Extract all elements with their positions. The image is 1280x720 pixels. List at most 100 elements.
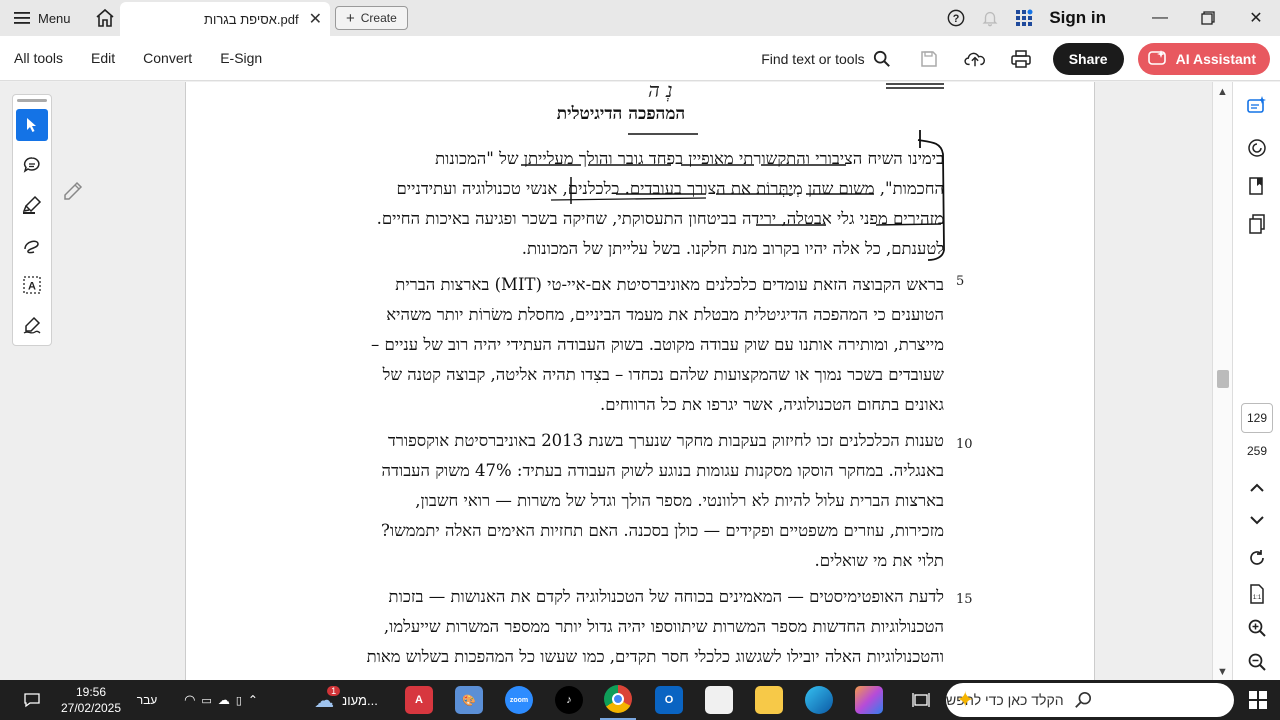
apps-button[interactable] — [1007, 0, 1041, 36]
freehand-draw-icon — [24, 240, 39, 254]
save-icon — [920, 50, 937, 67]
floating-pen-icon[interactable] — [62, 180, 84, 207]
restore-button[interactable] — [1184, 0, 1232, 36]
vertical-scrollbar[interactable]: ▲ ▼ — [1212, 82, 1232, 680]
system-tray-icons[interactable]: ◠ ▭ ☁ ▯ ⌃ — [166, 680, 276, 720]
save-button[interactable] — [909, 39, 949, 79]
notification-center-button[interactable] — [12, 680, 52, 720]
taskbar-outlook[interactable]: O — [652, 680, 686, 720]
toolbar-convert[interactable]: Convert — [129, 50, 206, 66]
cursor-arrow-icon — [27, 118, 36, 132]
scroll-down-icon[interactable]: ▼ — [1217, 666, 1228, 678]
next-page-button[interactable] — [1243, 506, 1271, 534]
sparkle-icon: ✦ — [956, 687, 975, 712]
taskbar-file-explorer[interactable] — [752, 680, 786, 720]
paragraph-line: מזכירות, עוזרים משפטיים ופקידים — כולן ב… — [381, 521, 944, 540]
panel-drag-handle[interactable] — [17, 99, 47, 102]
close-window-button[interactable]: ✕ — [1232, 0, 1280, 36]
paragraph-line: גאונים בתחום הטכנולוגיה, אשר יגרפו את כל… — [600, 395, 944, 414]
current-page-input[interactable]: 129 — [1241, 403, 1273, 433]
taskbar-edge[interactable] — [802, 680, 836, 720]
fill-sign-icon — [23, 316, 41, 334]
draw-tool[interactable] — [16, 229, 48, 261]
ai-panel-button[interactable] — [1243, 92, 1271, 120]
tray-chevron-up-icon: ⌃ — [247, 693, 258, 707]
paragraph-line: שעובדים בשכר נמוך או שהמקצועות שלהם נכחד… — [382, 365, 944, 384]
comments-panel-button[interactable] — [1243, 134, 1271, 162]
pdf-page[interactable]: נ‏ְ‏ ‏ה המהפכה הדיגיטלית בימינו השיח הצי… — [185, 82, 1095, 680]
taskbar-copilot[interactable] — [852, 680, 886, 720]
language-indicator[interactable]: עבר — [132, 680, 162, 720]
sign-in-link[interactable]: Sign in — [1049, 8, 1106, 28]
toolbar-esign[interactable]: E-Sign — [206, 50, 276, 66]
close-tab-icon[interactable]: ✕ — [309, 9, 322, 29]
svg-text:?: ? — [953, 13, 960, 25]
scrollbar-thumb[interactable] — [1217, 370, 1229, 388]
paint-palette-icon: 🎨 — [455, 686, 483, 714]
scroll-up-icon[interactable]: ▲ — [1217, 86, 1228, 98]
paragraph-line: בימינו השיח הציבורי והתקשורתי מאופיין בפ… — [435, 149, 944, 168]
minimize-button[interactable]: — — [1136, 0, 1184, 36]
taskbar-paint[interactable]: 🎨 — [452, 680, 486, 720]
pages-panel-button[interactable] — [1243, 210, 1271, 238]
print-button[interactable] — [1001, 39, 1041, 79]
zoom-out-icon — [1248, 653, 1266, 671]
share-button[interactable]: Share — [1052, 42, 1124, 75]
task-view-button[interactable] — [904, 680, 938, 720]
clock[interactable]: 19:56 27/02/2025 — [56, 680, 126, 720]
bookmarks-panel-button[interactable] — [1243, 172, 1271, 200]
home-button[interactable] — [85, 0, 125, 36]
fit-page-icon: 1:1 — [1250, 584, 1264, 604]
folder-icon — [755, 686, 783, 714]
highlight-tool[interactable] — [16, 189, 48, 221]
create-label: Create — [360, 11, 397, 25]
paragraph-line: הטוענים כי המהפכה הדיגיטלית מבטלת את מעמ… — [386, 305, 944, 324]
help-button[interactable]: ? — [939, 0, 973, 36]
task-view-icon — [912, 693, 930, 707]
ai-sparkle-icon — [1147, 49, 1166, 65]
paragraph-2: בראש הקבוצה הזאת עומדים כלכלנים מאוניברס… — [294, 270, 944, 420]
ai-assistant-button[interactable]: AI Assistant — [1137, 42, 1270, 75]
paragraph-line: באנגליה. במחקר הוסקו מסקנות עגומות בנוגע… — [381, 461, 944, 480]
taskbar-zoom[interactable]: zoom — [502, 680, 536, 720]
text-tool[interactable]: A — [16, 269, 48, 301]
document-tab[interactable]: אסיפת בגרות.pdf ✕ — [120, 2, 330, 36]
copy-pages-icon — [1249, 214, 1265, 234]
notifications-button[interactable] — [973, 0, 1007, 36]
rotate-button[interactable] — [1243, 544, 1271, 572]
toolbar-all-tools[interactable]: All tools — [0, 50, 77, 66]
home-icon — [96, 8, 114, 27]
create-button[interactable]: + Create — [335, 6, 408, 30]
select-tool[interactable] — [16, 109, 48, 141]
outlook-icon: O — [655, 686, 683, 714]
clock-date: 27/02/2025 — [60, 701, 122, 715]
taskbar-tiktok[interactable]: ♪ — [552, 680, 586, 720]
weather-widget[interactable]: ☁ 1 מעונ... — [296, 680, 396, 720]
sign-tool[interactable] — [16, 309, 48, 341]
comment-tool[interactable] — [16, 149, 48, 181]
edge-icon — [805, 686, 833, 714]
taskbar-chrome[interactable] — [600, 680, 636, 720]
find-text-button[interactable]: Find text or tools — [761, 50, 891, 68]
paragraph-line: תלוי את מי שואלים. — [814, 551, 944, 570]
store-icon — [705, 686, 733, 714]
chrome-icon — [604, 685, 632, 713]
refresh-icon — [1250, 550, 1264, 565]
highlighter-icon — [22, 195, 42, 214]
zoom-out-button[interactable] — [1243, 648, 1271, 676]
taskbar-search[interactable]: הקלד כאן כדי לחפש ✦ — [946, 683, 1234, 717]
paragraph-line: בארצות הברית עלול להיות לא רלוונטי. מספר… — [415, 491, 944, 510]
menu-button[interactable]: Menu — [0, 0, 85, 36]
zoom-in-button[interactable] — [1243, 614, 1271, 642]
toolbar-edit[interactable]: Edit — [77, 50, 129, 66]
clock-time: 19:56 — [75, 685, 107, 699]
taskbar-store[interactable] — [702, 680, 736, 720]
title-right-group: ? Sign in — ✕ — [939, 0, 1280, 36]
start-button[interactable] — [1238, 680, 1278, 720]
previous-page-button[interactable] — [1243, 474, 1271, 502]
chat-bubble-icon — [24, 693, 40, 708]
taskbar-acrobat[interactable]: A — [402, 680, 436, 720]
minimize-icon: — — [1152, 9, 1168, 26]
upload-button[interactable] — [955, 39, 995, 79]
fit-page-button[interactable]: 1:1 — [1243, 580, 1271, 608]
